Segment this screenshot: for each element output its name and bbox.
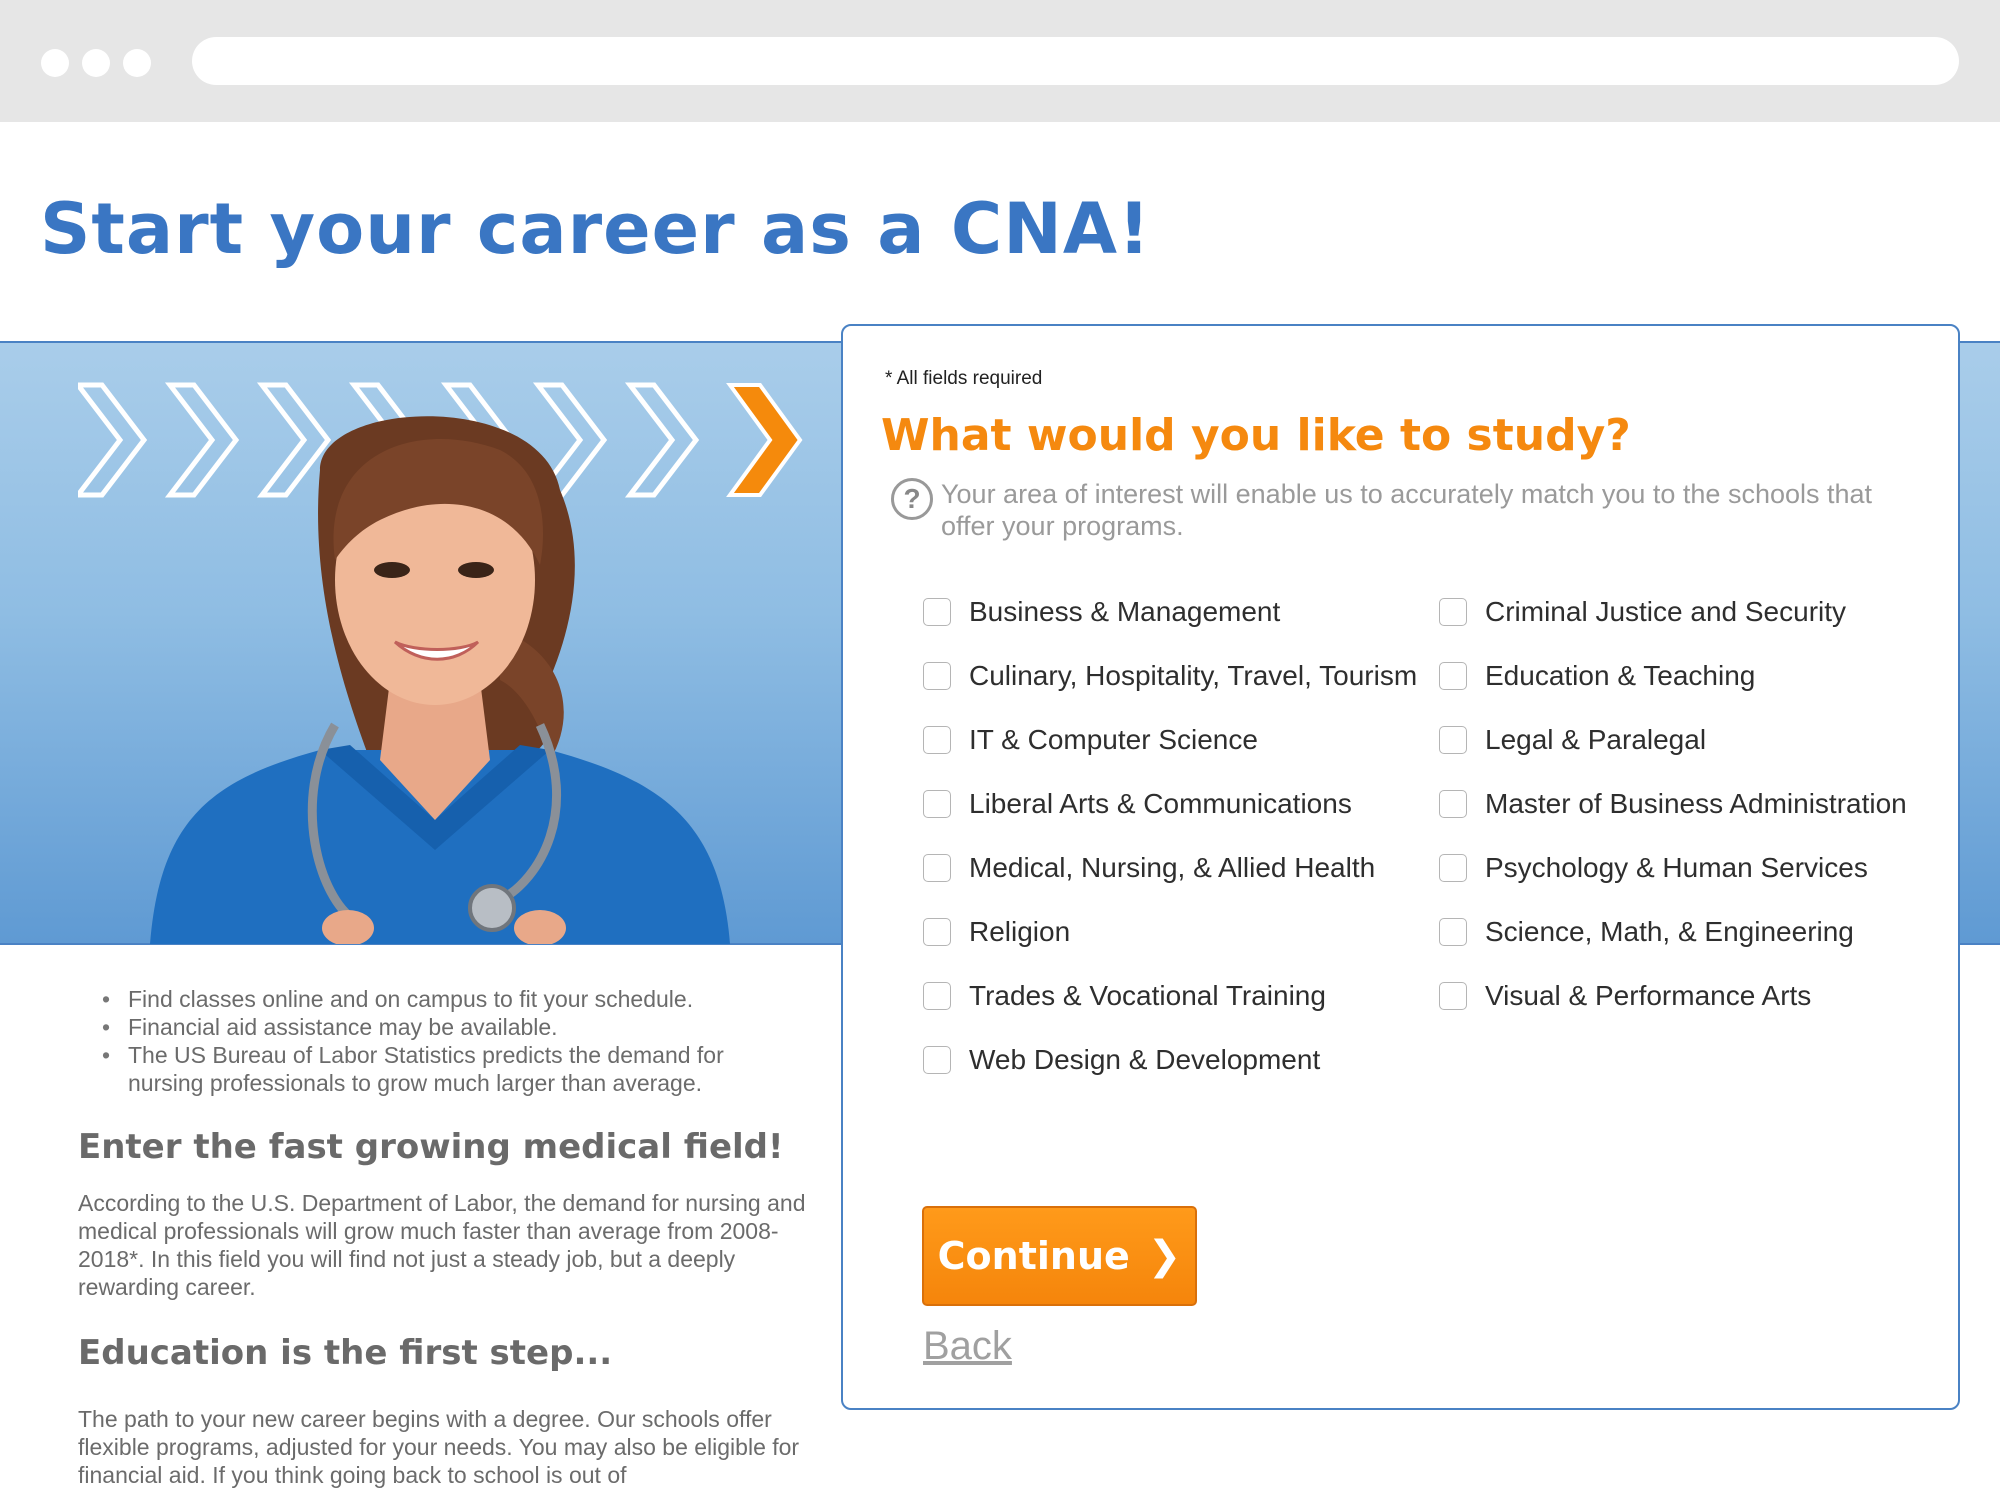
list-item: Find classes online and on campus to fit…: [102, 985, 798, 1013]
section-paragraph: The path to your new career begins with …: [78, 1406, 800, 1488]
chevron-right-icon: ❯: [1147, 1233, 1182, 1279]
option-label: Liberal Arts & Communications: [969, 788, 1352, 819]
checkbox[interactable]: [1439, 982, 1467, 1010]
option-label: Medical, Nursing, & Allied Health: [969, 852, 1376, 883]
option-criminal-justice[interactable]: Criminal Justice and Security: [1439, 592, 1846, 632]
required-note: * All fields required: [885, 368, 1043, 389]
option-it-computer-science[interactable]: IT & Computer Science: [923, 720, 1258, 760]
checkbox[interactable]: [1439, 726, 1467, 754]
continue-button[interactable]: Continue ❯: [922, 1206, 1197, 1306]
option-label: Business & Management: [969, 596, 1281, 627]
option-liberal-arts[interactable]: Liberal Arts & Communications: [923, 784, 1352, 824]
option-mba[interactable]: Master of Business Administration: [1439, 784, 1907, 824]
checkbox[interactable]: [923, 598, 951, 626]
option-label: Culinary, Hospitality, Travel, Tourism: [969, 660, 1418, 691]
back-link[interactable]: Back: [923, 1324, 1012, 1369]
option-label: Religion: [969, 916, 1071, 947]
help-text: Your area of interest will enable us to …: [941, 479, 1873, 541]
checkbox[interactable]: [1439, 662, 1467, 690]
list-item: Financial aid assistance may be availabl…: [102, 1013, 798, 1041]
window-dot-close[interactable]: [41, 49, 69, 77]
checkbox[interactable]: [1439, 598, 1467, 626]
checkbox[interactable]: [923, 1046, 951, 1074]
option-medical-nursing[interactable]: Medical, Nursing, & Allied Health: [923, 848, 1375, 888]
option-trades-vocational[interactable]: Trades & Vocational Training: [923, 976, 1326, 1016]
option-label: Trades & Vocational Training: [969, 980, 1326, 1011]
list-item: The US Bureau of Labor Statistics predic…: [102, 1041, 798, 1097]
browser-chrome: [0, 0, 2000, 122]
option-label: Science, Math, & Engineering: [1485, 916, 1854, 947]
form-title: What would you like to study?: [881, 410, 1631, 461]
study-form-card: * All fields required What would you lik…: [841, 324, 1960, 1410]
checkbox[interactable]: [923, 854, 951, 882]
option-label: Education & Teaching: [1485, 660, 1756, 691]
section-heading: Education is the first step...: [78, 1333, 613, 1373]
section-paragraph: According to the U.S. Department of Labo…: [78, 1190, 806, 1300]
section-heading: Enter the fast growing medical field!: [78, 1127, 784, 1167]
option-label: Web Design & Development: [969, 1044, 1321, 1075]
option-business-management[interactable]: Business & Management: [923, 592, 1280, 632]
option-label: Visual & Performance Arts: [1485, 980, 1812, 1011]
window-dot-minimize[interactable]: [82, 49, 110, 77]
checkbox[interactable]: [923, 662, 951, 690]
help-icon[interactable]: ?: [891, 478, 933, 520]
checkbox[interactable]: [923, 790, 951, 818]
benefits-list: Find classes online and on campus to fit…: [78, 985, 798, 1097]
continue-label: Continue: [937, 1234, 1130, 1278]
checkbox[interactable]: [923, 918, 951, 946]
option-culinary-hospitality[interactable]: Culinary, Hospitality, Travel, Tourism: [923, 656, 1417, 696]
option-label: Criminal Justice and Security: [1485, 596, 1847, 627]
window-dot-maximize[interactable]: [123, 49, 151, 77]
option-psychology[interactable]: Psychology & Human Services: [1439, 848, 1868, 888]
nurse-photo: [150, 416, 730, 944]
option-web-design[interactable]: Web Design & Development: [923, 1040, 1320, 1080]
option-label: Legal & Paralegal: [1485, 724, 1707, 755]
checkbox[interactable]: [1439, 790, 1467, 818]
checkbox[interactable]: [1439, 918, 1467, 946]
option-legal-paralegal[interactable]: Legal & Paralegal: [1439, 720, 1706, 760]
option-education-teaching[interactable]: Education & Teaching: [1439, 656, 1755, 696]
checkbox[interactable]: [923, 726, 951, 754]
option-science-math[interactable]: Science, Math, & Engineering: [1439, 912, 1854, 952]
option-label: Master of Business Administration: [1485, 788, 1907, 819]
page-title: Start your career as a CNA!: [40, 188, 1151, 270]
option-label: IT & Computer Science: [969, 724, 1258, 755]
address-bar[interactable]: [192, 37, 1959, 85]
option-religion[interactable]: Religion: [923, 912, 1070, 952]
checkbox[interactable]: [1439, 854, 1467, 882]
option-visual-performance-arts[interactable]: Visual & Performance Arts: [1439, 976, 1811, 1016]
option-label: Psychology & Human Services: [1485, 852, 1868, 883]
left-content: Find classes online and on campus to fit…: [78, 985, 806, 1489]
checkbox[interactable]: [923, 982, 951, 1010]
